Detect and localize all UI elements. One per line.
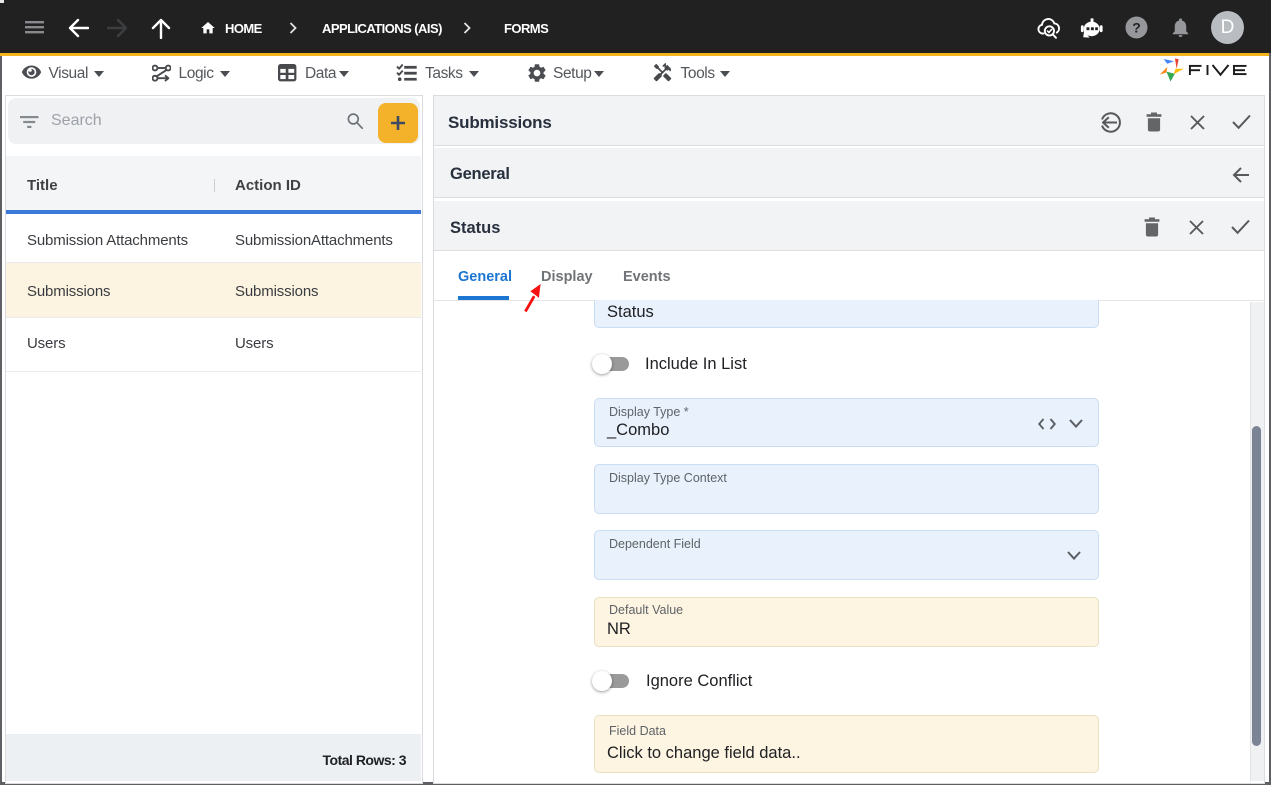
- svg-text:?: ?: [1132, 19, 1141, 35]
